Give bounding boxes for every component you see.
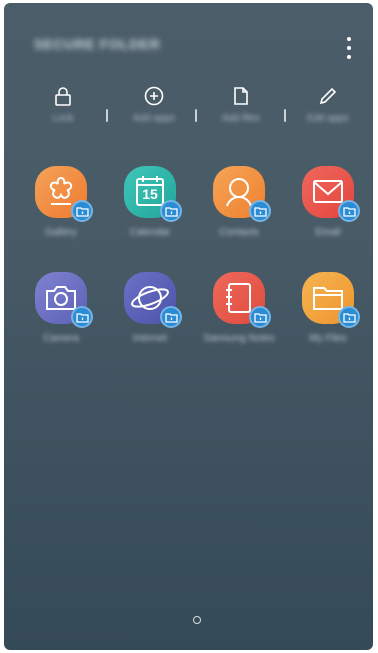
divider	[284, 109, 286, 122]
secure-folder-screen: SECURE FOLDER Lock Add apps Add files Ed…	[4, 3, 373, 650]
app-my-files[interactable]: My Files	[288, 272, 368, 345]
app-label: Contacts	[219, 227, 259, 238]
app-label: My Files	[309, 333, 347, 344]
app-internet[interactable]: Internet	[110, 272, 190, 345]
add-apps-label: Add apps	[132, 113, 176, 124]
secure-folder-badge-icon	[338, 200, 360, 222]
add-files-label: Add files	[221, 113, 261, 124]
divider	[195, 109, 197, 122]
app-camera[interactable]: Camera	[21, 272, 101, 345]
app-samsung-notes[interactable]: Samsung Notes	[199, 272, 279, 345]
app-label: Email	[315, 227, 341, 238]
app-contacts[interactable]: Contacts	[199, 166, 279, 239]
lock-icon	[55, 87, 71, 106]
add-files-action[interactable]: Add files	[201, 85, 281, 124]
divider	[106, 109, 108, 122]
app-label: Camera	[43, 333, 79, 344]
home-circle-icon[interactable]	[193, 616, 201, 624]
secure-folder-badge-icon	[160, 200, 182, 222]
app-calendar[interactable]: 15 Calendar	[110, 166, 190, 239]
page-title: SECURE FOLDER	[34, 36, 161, 52]
app-label: Calendar	[129, 227, 171, 238]
file-icon	[234, 87, 248, 105]
secure-folder-badge-icon	[160, 306, 182, 328]
edit-apps-label: Edit apps	[307, 113, 349, 124]
lock-action[interactable]: Lock	[23, 85, 103, 124]
more-vert-icon[interactable]	[341, 37, 357, 59]
edit-apps-action[interactable]: Edit apps	[288, 85, 368, 124]
secure-folder-badge-icon	[338, 306, 360, 328]
add-circle-icon	[144, 86, 164, 106]
app-label: Internet	[133, 333, 167, 344]
app-email[interactable]: Email	[288, 166, 368, 239]
app-label: Gallery	[45, 227, 77, 238]
app-bar: SECURE FOLDER	[4, 3, 373, 83]
pencil-icon	[319, 87, 337, 105]
app-gallery[interactable]: Gallery	[21, 166, 101, 239]
secure-folder-badge-icon	[249, 306, 271, 328]
action-bar: Lock Add apps Add files Edit apps	[4, 85, 373, 135]
lock-action-label: Lock	[52, 113, 74, 124]
add-apps-action[interactable]: Add apps	[114, 85, 194, 124]
app-label: Samsung Notes	[203, 333, 275, 344]
secure-folder-badge-icon	[71, 306, 93, 328]
secure-folder-badge-icon	[249, 200, 271, 222]
secure-folder-badge-icon	[71, 200, 93, 222]
